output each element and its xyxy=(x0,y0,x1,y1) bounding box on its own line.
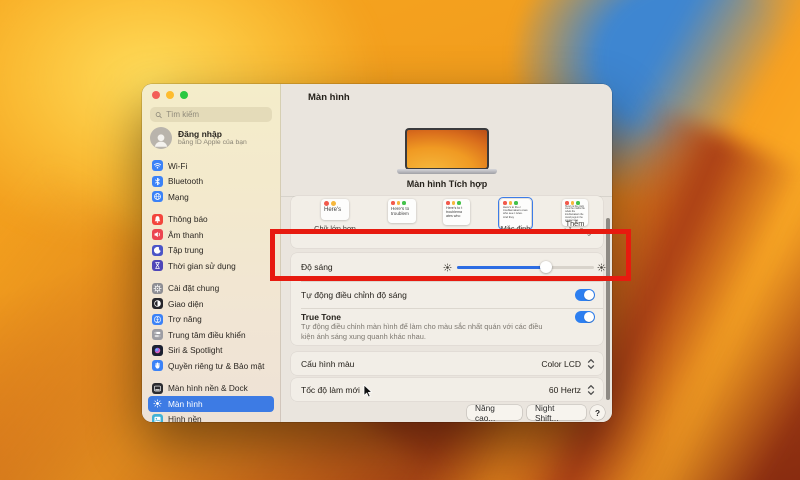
sidebar-item-accessibility[interactable]: Trợ năng xyxy=(148,312,274,328)
wallpaper-icon xyxy=(152,413,163,422)
search-field[interactable] xyxy=(150,107,272,122)
sidebar-item-network[interactable]: Mạng xyxy=(148,189,274,205)
sidebar-item-screen-time[interactable]: Thời gian sử dụng xyxy=(148,258,274,274)
color-profile-row: Cấu hình màu Color LCD xyxy=(291,352,603,375)
true-tone-description: Tự động điều chỉnh màn hình để làm cho m… xyxy=(301,322,543,341)
sidebar-item-general[interactable]: Cài đặt chung xyxy=(148,281,274,297)
appearance-icon xyxy=(152,298,163,310)
mouse-cursor xyxy=(363,384,373,398)
wifi-icon xyxy=(152,160,163,172)
sidebar-item-notifications[interactable]: Thông báo xyxy=(148,212,274,228)
popup-chevrons-icon[interactable] xyxy=(587,358,595,370)
profile-name: Đăng nhập xyxy=(178,128,222,139)
zoom-button[interactable] xyxy=(180,91,188,99)
refresh-rate-value: 60 Hertz xyxy=(548,385,581,395)
builtin-display-illustration xyxy=(397,128,497,174)
settings-sidebar: Đăng nhập bằng ID Apple của bạn Wi-Fi Bl… xyxy=(142,84,281,422)
close-button[interactable] xyxy=(152,91,160,99)
sidebar-item-wallpaper[interactable]: Hình nền xyxy=(148,412,274,422)
speaker-icon xyxy=(152,229,163,241)
true-tone-label: True Tone xyxy=(301,312,341,322)
sidebar-item-displays[interactable]: Màn hình xyxy=(148,396,274,412)
siri-icon xyxy=(152,344,163,356)
footer-buttons: Nâng cao... Night Shift... ? xyxy=(281,403,612,422)
bluetooth-icon xyxy=(152,175,163,187)
scale-option[interactable]: Here's to troublem xyxy=(388,199,416,223)
refresh-rate-row: Tốc độ làm mới 60 Hertz xyxy=(291,378,603,401)
control-center-icon xyxy=(152,329,163,341)
accessibility-icon xyxy=(152,313,163,325)
hourglass-icon xyxy=(152,260,163,272)
sidebar-item-desktop-dock[interactable]: Màn hình nền & Dock xyxy=(148,381,274,397)
window-controls xyxy=(152,91,188,99)
bell-icon xyxy=(152,213,163,225)
popup-chevrons-icon[interactable] xyxy=(587,384,595,396)
refresh-rate-label: Tốc độ làm mới xyxy=(301,385,360,395)
advanced-button[interactable]: Nâng cao... xyxy=(467,403,522,422)
dock-icon xyxy=(152,382,163,394)
auto-brightness-toggle[interactable] xyxy=(575,289,595,301)
sidebar-item-focus[interactable]: Tập trung xyxy=(148,243,274,259)
page-title: Màn hình xyxy=(308,92,350,103)
help-button[interactable]: ? xyxy=(590,405,605,420)
sidebar-list: Wi-Fi Bluetooth Mạng Thông báo Âm thanh … xyxy=(142,158,280,422)
auto-brightness-label: Tự động điều chỉnh độ sáng xyxy=(301,290,407,300)
search-icon xyxy=(155,111,162,118)
sidebar-item-bluetooth[interactable]: Bluetooth xyxy=(148,174,274,190)
display-caption: Màn hình Tích hợp xyxy=(406,179,488,189)
apple-id-profile[interactable]: Đăng nhập bằng ID Apple của bạn xyxy=(150,127,274,149)
color-profile-label: Cấu hình màu xyxy=(301,359,355,369)
sidebar-item-privacy[interactable]: Quyền riêng tư & Bảo mật xyxy=(148,358,274,374)
sun-icon xyxy=(152,398,163,409)
annotation-highlight-rectangle xyxy=(270,229,631,281)
search-input[interactable] xyxy=(162,110,267,119)
true-tone-toggle[interactable] xyxy=(575,311,595,323)
profile-subtitle: bằng ID Apple của bạn xyxy=(178,139,247,147)
sidebar-item-wifi[interactable]: Wi-Fi xyxy=(148,158,274,174)
avatar xyxy=(150,127,172,149)
scale-option[interactable]: Here's xyxy=(321,199,349,220)
hand-icon xyxy=(152,360,163,372)
color-profile-value: Color LCD xyxy=(541,359,581,369)
gear-icon xyxy=(152,282,163,294)
night-shift-button[interactable]: Night Shift... xyxy=(527,403,586,422)
sidebar-item-siri[interactable]: Siri & Spotlight xyxy=(148,343,274,359)
minimize-button[interactable] xyxy=(166,91,174,99)
sidebar-item-appearance[interactable]: Giao diện xyxy=(148,296,274,312)
sidebar-item-control-center[interactable]: Trung tâm điều khiển xyxy=(148,327,274,343)
moon-icon xyxy=(152,244,163,256)
sidebar-item-sound[interactable]: Âm thanh xyxy=(148,227,274,243)
globe-icon xyxy=(152,191,163,203)
scale-option[interactable]: Here's to t troublema ates who xyxy=(443,199,470,225)
